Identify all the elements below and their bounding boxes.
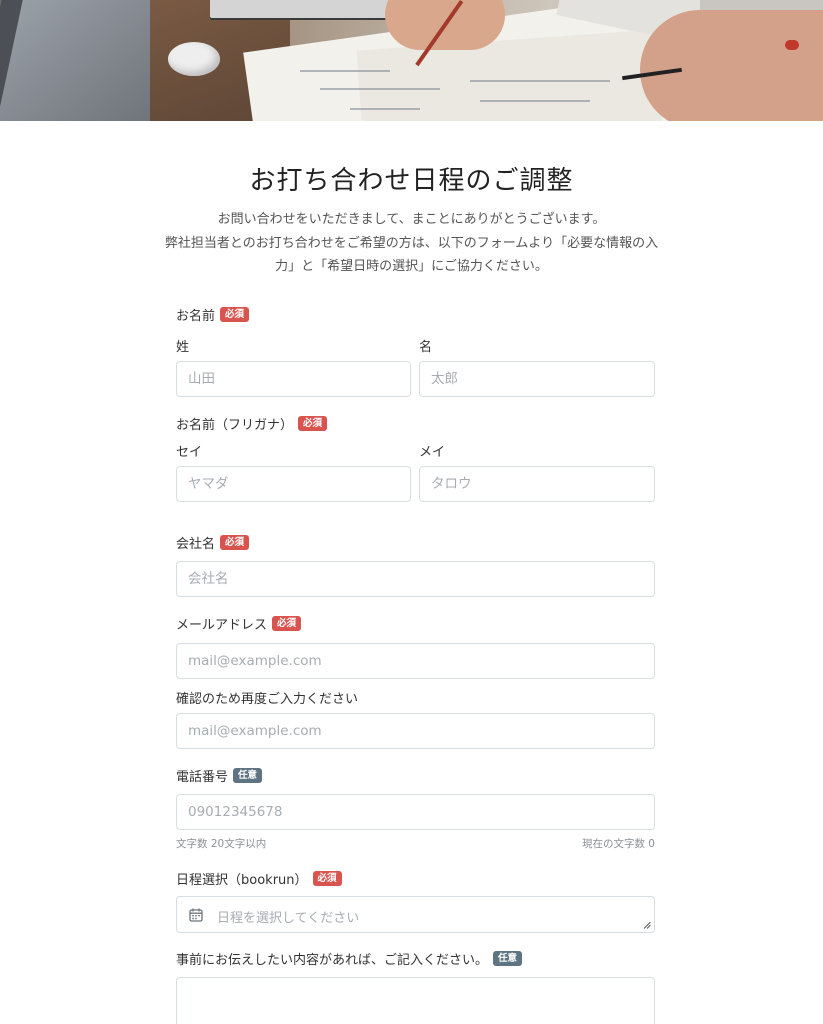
phone-label-text: 電話番号 — [176, 770, 229, 785]
email-confirm-label-text: 確認のため再度ご入力ください — [176, 692, 359, 707]
first-name-label: 名 — [419, 340, 433, 355]
optional-badge: 任意 — [233, 768, 263, 783]
keyboard-shape — [210, 0, 390, 18]
page-title: お打ち合わせ日程のご調整 — [249, 166, 574, 196]
intro-line: 弊社担当者とのお打ち合わせをご希望の方は、以下のフォームより「必要な情報の入 — [164, 235, 659, 251]
company-label: 会社名 必須 — [176, 533, 250, 552]
ring-shape — [785, 40, 799, 50]
kana-label-text: お名前（フリガナ） — [176, 418, 294, 433]
company-input[interactable] — [176, 561, 655, 597]
last-name-label: 姓 — [176, 340, 190, 355]
hero-banner-image — [0, 0, 823, 121]
mouse-shape — [168, 42, 220, 76]
message-textarea[interactable] — [176, 977, 655, 1024]
phone-char-count: 現在の文字数 0 — [581, 838, 655, 850]
schedule-label: 日程選択（bookrun） 必須 — [176, 869, 342, 888]
schedule-picker-input[interactable]: 日程を選択してください — [176, 896, 655, 933]
scribble-line — [470, 80, 610, 82]
last-name-kana-input[interactable] — [176, 466, 411, 502]
phone-char-limit: 文字数 20文字以内 — [176, 838, 267, 850]
name-label-text: お名前 — [176, 309, 216, 324]
calendar-icon — [189, 908, 203, 922]
email-confirm-label: 確認のため再度ご入力ください — [176, 688, 358, 707]
first-name-kana-input[interactable] — [419, 466, 655, 502]
required-badge: 必須 — [272, 616, 302, 631]
company-label-text: 会社名 — [176, 537, 216, 552]
kana-label: お名前（フリガナ） 必須 — [176, 414, 328, 433]
required-badge: 必須 — [220, 307, 250, 322]
required-badge: 必須 — [220, 535, 250, 550]
intro-line: お問い合わせをいただきまして、まことにありがとうございます。 — [217, 212, 606, 227]
email-label-text: メールアドレス — [176, 618, 268, 633]
phone-input[interactable] — [176, 794, 655, 830]
phone-label: 電話番号 任意 — [176, 766, 263, 785]
name-label: お名前 必須 — [176, 305, 250, 324]
scribble-line — [320, 88, 440, 90]
intro-line: 力」と「希望日時の選択」にご協力ください。 — [275, 259, 548, 274]
schedule-placeholder: 日程を選択してください — [217, 911, 360, 926]
intro-text: お問い合わせをいただきまして、まことにありがとうございます。 弊社担当者とのお打… — [140, 208, 683, 279]
last-name-input[interactable] — [176, 361, 411, 397]
required-badge: 必須 — [312, 871, 342, 886]
resize-grip-icon[interactable] — [643, 921, 651, 929]
email-label: メールアドレス 必須 — [176, 614, 302, 633]
scribble-line — [350, 108, 420, 110]
hand-shape-2 — [640, 10, 823, 121]
scribble-line — [300, 70, 390, 72]
first-name-kana-label: メイ — [419, 445, 446, 460]
message-label-text: 事前にお伝えしたい内容があれば、ご記入ください。 — [176, 953, 489, 968]
optional-badge: 任意 — [493, 951, 523, 966]
required-badge: 必須 — [298, 416, 328, 431]
scribble-line — [480, 100, 590, 102]
email-confirm-input[interactable] — [176, 713, 655, 749]
first-name-input[interactable] — [419, 361, 655, 397]
message-label: 事前にお伝えしたい内容があれば、ご記入ください。 任意 — [176, 949, 523, 968]
schedule-label-text: 日程選択（bookrun） — [176, 873, 308, 888]
last-name-kana-label: セイ — [176, 445, 203, 460]
email-input[interactable] — [176, 643, 655, 679]
